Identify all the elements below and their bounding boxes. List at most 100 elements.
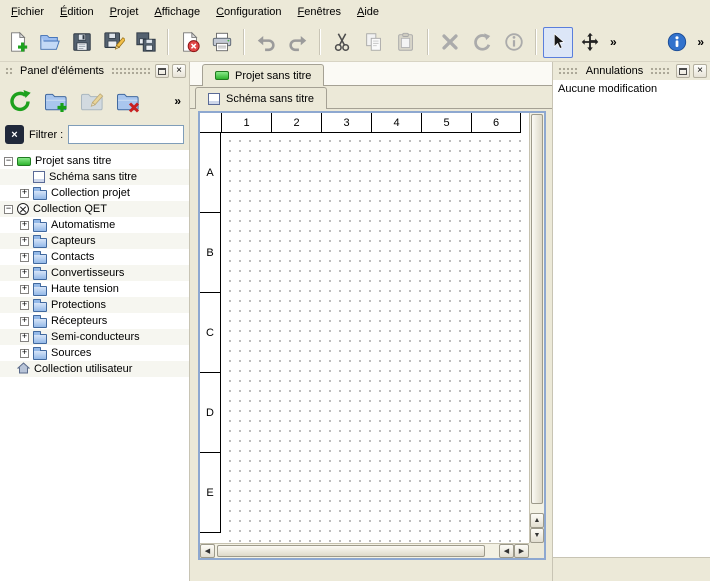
column-ruler: 1 2 3 4 5 6 bbox=[200, 113, 521, 133]
rotate-button[interactable] bbox=[467, 27, 497, 58]
menu-aide[interactable]: Aide bbox=[349, 2, 387, 22]
about-qet-button[interactable] bbox=[662, 27, 692, 58]
tree-expand-icon[interactable]: + bbox=[20, 301, 29, 310]
close-file-button[interactable] bbox=[175, 27, 205, 58]
tree-expand-icon[interactable]: + bbox=[20, 253, 29, 262]
menu-affichage[interactable]: Affichage bbox=[146, 2, 208, 22]
reload-collections-button[interactable] bbox=[5, 86, 35, 116]
menu-fichier[interactable]: Fichier bbox=[3, 2, 52, 22]
menu-projet[interactable]: Projet bbox=[102, 2, 147, 22]
new-category-button[interactable] bbox=[41, 86, 71, 116]
tree-item-collection-qet[interactable]: − Collection QET bbox=[0, 201, 189, 217]
print-button[interactable] bbox=[207, 27, 237, 58]
schema-tabbar: Schéma sans titre bbox=[190, 86, 552, 109]
horizontal-scrollbar[interactable]: ◀ ◀ ▶ bbox=[200, 543, 529, 558]
menu-fenetres[interactable]: Fenêtres bbox=[290, 2, 349, 22]
reload-icon bbox=[7, 88, 33, 114]
scroll-left-button[interactable]: ◀ bbox=[200, 544, 215, 558]
tree-item-schema-sans-titre[interactable]: Schéma sans titre bbox=[0, 169, 189, 185]
tree-collapse-icon[interactable]: − bbox=[4, 157, 13, 166]
filter-input[interactable] bbox=[68, 125, 184, 144]
folder-icon bbox=[33, 334, 47, 344]
tree-expand-icon[interactable]: + bbox=[20, 237, 29, 246]
tree-item-collection-utilisateur[interactable]: Collection utilisateur bbox=[0, 361, 189, 377]
tree-item-protections[interactable]: + Protections bbox=[0, 297, 189, 313]
tree-item-automatisme[interactable]: + Automatisme bbox=[0, 217, 189, 233]
folder-icon bbox=[33, 238, 47, 248]
dock-grip[interactable] bbox=[650, 67, 671, 75]
tab-projet-sans-titre[interactable]: Projet sans titre bbox=[202, 64, 324, 86]
save-as-button[interactable] bbox=[99, 27, 129, 58]
new-file-icon bbox=[7, 31, 29, 53]
undo-button[interactable] bbox=[251, 27, 281, 58]
scroll-right-button[interactable]: ▶ bbox=[514, 544, 529, 558]
h-scroll-thumb[interactable] bbox=[217, 545, 485, 557]
selection-mode-button[interactable] bbox=[543, 27, 573, 58]
delete-button[interactable] bbox=[435, 27, 465, 58]
tree-expand-icon[interactable]: + bbox=[20, 317, 29, 326]
tree-collapse-icon[interactable]: − bbox=[4, 205, 13, 214]
clear-filter-button[interactable]: × bbox=[5, 125, 24, 144]
new-project-button[interactable] bbox=[3, 27, 33, 58]
tree-expand-icon[interactable]: + bbox=[20, 189, 29, 198]
tree-expand-icon[interactable]: + bbox=[20, 349, 29, 358]
cursor-arrow-icon bbox=[547, 31, 569, 53]
cut-button[interactable] bbox=[327, 27, 357, 58]
float-icon bbox=[158, 68, 166, 75]
tree-item-contacts[interactable]: + Contacts bbox=[0, 249, 189, 265]
undo-list-item[interactable]: Aucune modification bbox=[556, 82, 707, 96]
tree-expand-icon[interactable]: + bbox=[20, 221, 29, 230]
tree-item-convertisseurs[interactable]: + Convertisseurs bbox=[0, 265, 189, 281]
copy-button[interactable] bbox=[359, 27, 389, 58]
tree-item-sources[interactable]: + Sources bbox=[0, 345, 189, 361]
dock-grip[interactable] bbox=[111, 67, 150, 75]
float-dock-button[interactable] bbox=[676, 64, 690, 78]
visualisation-mode-button[interactable] bbox=[575, 27, 605, 58]
panel-overflow-button[interactable]: » bbox=[174, 94, 184, 108]
menu-bar: Fichier Édition Projet Affichage Configu… bbox=[0, 0, 710, 23]
menu-edition[interactable]: Édition bbox=[52, 2, 102, 22]
tree-item-capteurs[interactable]: + Capteurs bbox=[0, 233, 189, 249]
schema-icon bbox=[33, 171, 45, 183]
row-header: B bbox=[200, 213, 220, 293]
rotate-icon bbox=[471, 31, 493, 53]
redo-button[interactable] bbox=[283, 27, 313, 58]
delete-category-button[interactable] bbox=[113, 86, 143, 116]
tree-item-semi-conducteurs[interactable]: + Semi-conducteurs bbox=[0, 329, 189, 345]
tree-expand-icon[interactable]: + bbox=[20, 285, 29, 294]
close-dock-button[interactable]: × bbox=[172, 64, 186, 78]
v-scroll-thumb[interactable] bbox=[531, 114, 543, 504]
h-scroll-track[interactable] bbox=[215, 544, 499, 558]
tree-item-haute-tension[interactable]: + Haute tension bbox=[0, 281, 189, 297]
tree-expand-icon[interactable]: + bbox=[20, 333, 29, 342]
tree-item-recepteurs[interactable]: + Récepteurs bbox=[0, 313, 189, 329]
scroll-up-button[interactable]: ▲ bbox=[530, 513, 544, 528]
element-infos-button[interactable] bbox=[499, 27, 529, 58]
open-project-button[interactable] bbox=[35, 27, 65, 58]
open-folder-icon bbox=[39, 31, 61, 53]
schema-view-frame: 1 2 3 4 5 6 A B C D E ▲ ▼ ◀ bbox=[198, 111, 546, 560]
menu-configuration[interactable]: Configuration bbox=[208, 2, 289, 22]
edit-category-button[interactable] bbox=[77, 86, 107, 116]
toolbar-overflow-button-right[interactable]: » bbox=[694, 35, 707, 49]
close-dock-button[interactable]: × bbox=[693, 64, 707, 78]
toolbar-separator bbox=[167, 29, 169, 55]
paste-button[interactable] bbox=[391, 27, 421, 58]
scroll-left-button-alt[interactable]: ◀ bbox=[499, 544, 514, 558]
tree-item-projet-sans-titre[interactable]: − Projet sans titre bbox=[0, 153, 189, 169]
vertical-scrollbar[interactable]: ▲ ▼ bbox=[529, 113, 544, 543]
v-scroll-track[interactable] bbox=[530, 113, 544, 513]
scroll-down-button[interactable]: ▼ bbox=[530, 528, 544, 543]
row-header: A bbox=[200, 133, 220, 213]
tab-schema-sans-titre[interactable]: Schéma sans titre bbox=[195, 87, 327, 109]
tree-item-collection-projet[interactable]: + Collection projet bbox=[0, 185, 189, 201]
save-button[interactable] bbox=[67, 27, 97, 58]
tree-expand-icon[interactable]: + bbox=[20, 269, 29, 278]
schema-canvas[interactable] bbox=[221, 132, 529, 543]
save-all-button[interactable] bbox=[131, 27, 161, 58]
folder-icon bbox=[33, 302, 47, 312]
float-dock-button[interactable] bbox=[155, 64, 169, 78]
dock-grip[interactable] bbox=[558, 67, 579, 75]
dock-grip[interactable] bbox=[5, 67, 13, 75]
toolbar-overflow-button[interactable]: » bbox=[607, 35, 620, 49]
